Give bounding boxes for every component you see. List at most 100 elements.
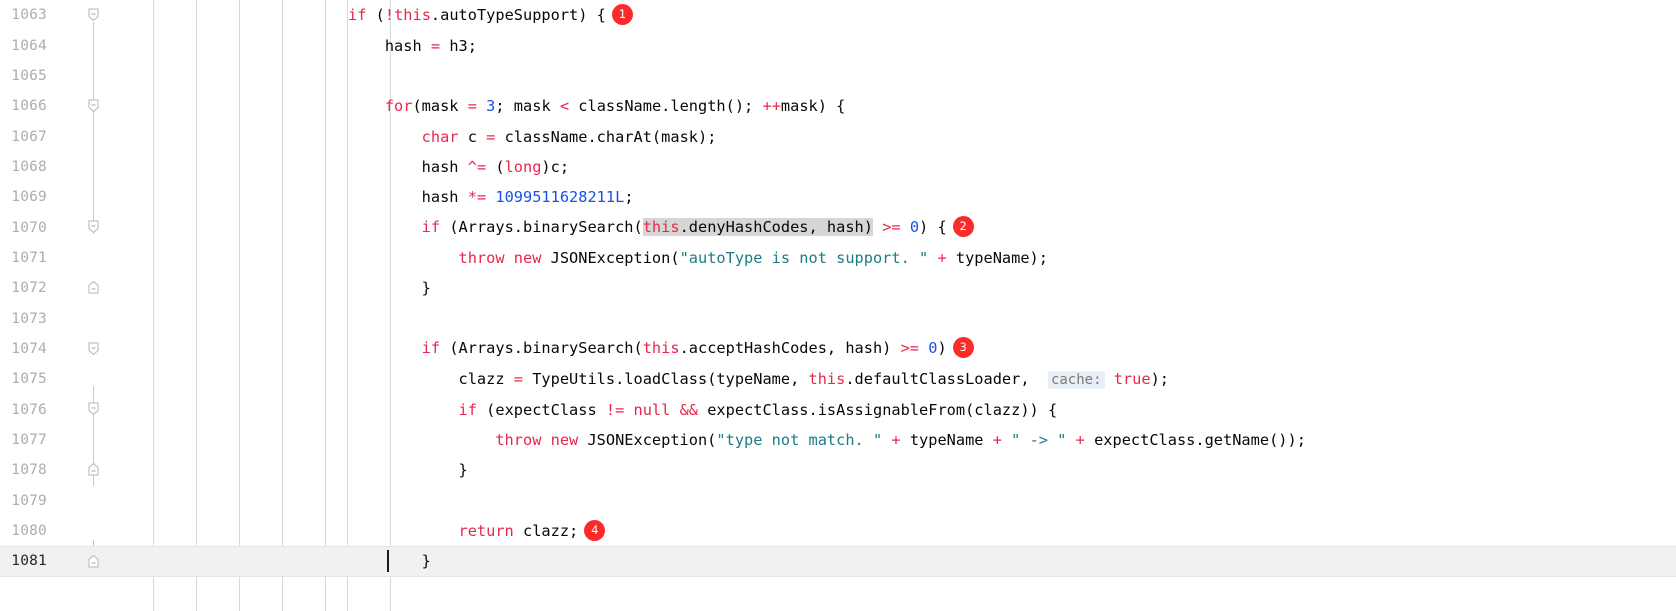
token-op: !=	[605, 400, 625, 419]
token-num: 0	[909, 218, 920, 237]
code-text[interactable]: if (expectClass != null && expectClass.i…	[348, 400, 1058, 419]
line-number: 1068	[11, 158, 47, 175]
editor-line[interactable]: 1078 }	[0, 455, 1676, 485]
token-kw: throw new	[348, 248, 542, 267]
code-text[interactable]: throw new JSONException("autoType is not…	[348, 249, 1048, 267]
text-caret	[387, 550, 389, 573]
code-text[interactable]: if (Arrays.binarySearch(this.denyHashCod…	[348, 216, 974, 238]
token-plain: )	[937, 339, 947, 358]
inline-marker-badge[interactable]: 1	[611, 3, 633, 25]
token-kw: if	[348, 5, 367, 24]
editor-line[interactable]: 1067 char c = className.charAt(mask);	[0, 121, 1676, 151]
code-text[interactable]: hash = h3;	[348, 37, 477, 55]
token-kw: true	[1113, 370, 1151, 389]
editor-line[interactable]: 1077 throw new JSONException("type not m…	[0, 425, 1676, 455]
inline-marker-badge[interactable]: 3	[952, 337, 974, 359]
editor-line[interactable]: 1069 hash *= 1099511628211L;	[0, 182, 1676, 212]
code-text[interactable]: throw new JSONException("type not match.…	[348, 431, 1306, 449]
token-op: <	[559, 97, 570, 116]
code-text[interactable]: hash *= 1099511628211L;	[348, 188, 634, 206]
editor-line-current[interactable]: 1081 }	[0, 546, 1676, 577]
code-text[interactable]: return clazz; 4	[348, 519, 606, 542]
editor-line[interactable]: 1079	[0, 486, 1676, 516]
token-kw: if	[348, 400, 477, 419]
token-kw: this	[394, 5, 431, 24]
token-plain: )c;	[541, 157, 570, 176]
editor-line[interactable]: 1068 hash ^= (long)c;	[0, 152, 1676, 182]
inline-marker-badge[interactable]: 2	[952, 216, 974, 238]
editor-line[interactable]: 1075 clazz = TypeUtils.loadClass(typeNam…	[0, 364, 1676, 394]
code-text[interactable]: }	[348, 279, 431, 297]
parameter-hint: cache:	[1047, 371, 1105, 390]
editor-line[interactable]: 1064 hash = h3;	[0, 30, 1676, 60]
token-plain: typeName);	[946, 248, 1048, 267]
token-plain: JSONException(	[578, 430, 717, 449]
token-op: &&	[679, 400, 698, 419]
editor-line[interactable]: 1066 for(mask = 3; mask < className.leng…	[0, 91, 1676, 121]
token-plain: ; mask	[495, 97, 560, 116]
editor-line[interactable]: 1071 throw new JSONException("autoType i…	[0, 243, 1676, 273]
inline-marker-badge[interactable]: 4	[584, 519, 606, 541]
fold-collapse-icon[interactable]	[86, 219, 101, 234]
token-plain: ) {	[919, 218, 947, 237]
editor-line[interactable]: 1072 }	[0, 273, 1676, 303]
token-plain: h3;	[440, 36, 477, 55]
token-plain: mask) {	[780, 97, 846, 116]
code-text[interactable]: char c = className.charAt(mask);	[348, 127, 717, 146]
token-op: +	[937, 248, 947, 267]
line-number: 1079	[11, 492, 47, 509]
editor-line[interactable]: 1076 if (expectClass != null && expectCl…	[0, 394, 1676, 424]
editor-line[interactable]: 1080 return clazz; 4	[0, 516, 1676, 546]
token-plain: clazz	[348, 370, 514, 389]
code-text[interactable]: if (Arrays.binarySearch(this.acceptHashC…	[348, 337, 974, 359]
editor-line[interactable]: 1074 if (Arrays.binarySearch(this.accept…	[0, 334, 1676, 364]
token-op: *=	[467, 188, 487, 207]
line-number: 1072	[11, 280, 47, 297]
code-text[interactable]: }	[348, 552, 431, 570]
editor-line[interactable]: 1063 if (!this.autoTypeSupport) {1	[0, 0, 1676, 30]
token-plain: hash	[348, 188, 468, 207]
fold-expand-icon[interactable]	[86, 280, 101, 295]
token-plain: JSONException(	[541, 248, 680, 267]
fold-expand-icon[interactable]	[86, 554, 101, 569]
line-number: 1073	[11, 310, 47, 327]
editor-line[interactable]: 1070 if (Arrays.binarySearch(this.denyHa…	[0, 212, 1676, 242]
token-kw: throw new	[348, 430, 579, 449]
fold-collapse-icon[interactable]	[86, 98, 101, 113]
code-editor[interactable]: 1063 if (!this.autoTypeSupport) {1 1064 ha…	[0, 0, 1676, 611]
editor-lines: 1063 if (!this.autoTypeSupport) {1 1064 ha…	[0, 0, 1676, 577]
token-num: 3	[486, 97, 496, 116]
code-text[interactable]: if (!this.autoTypeSupport) {1	[348, 3, 633, 26]
editor-line[interactable]: 1073	[0, 303, 1676, 333]
fold-collapse-icon[interactable]	[86, 401, 101, 416]
token-plain: (	[366, 5, 385, 24]
token-plain: }	[348, 279, 431, 298]
token-op: >=	[900, 339, 920, 358]
token-op: >=	[882, 218, 901, 237]
token-kw: char	[348, 127, 459, 146]
fold-collapse-icon[interactable]	[86, 7, 101, 22]
fold-collapse-icon[interactable]	[86, 341, 101, 356]
token-str: "autoType is not support. "	[679, 248, 929, 267]
code-text[interactable]: }	[348, 461, 468, 479]
line-number: 1078	[11, 462, 47, 479]
line-number: 1063	[11, 7, 47, 24]
line-number: 1069	[11, 189, 47, 206]
line-number: 1080	[11, 523, 47, 540]
token-plain: );	[1150, 370, 1170, 389]
editor-line[interactable]: 1065	[0, 61, 1676, 91]
token-plain: }	[348, 461, 468, 480]
code-text[interactable]: hash ^= (long)c;	[348, 158, 569, 176]
code-text[interactable]: for(mask = 3; mask < className.length();…	[348, 97, 846, 116]
token-op: =	[467, 97, 477, 116]
code-text[interactable]: clazz = TypeUtils.loadClass(typeName, th…	[348, 370, 1170, 390]
token-op: !	[384, 5, 395, 24]
fold-expand-icon[interactable]	[86, 462, 101, 477]
token-num: 1099511628211L	[495, 188, 625, 207]
token-plain: (mask	[412, 97, 468, 116]
